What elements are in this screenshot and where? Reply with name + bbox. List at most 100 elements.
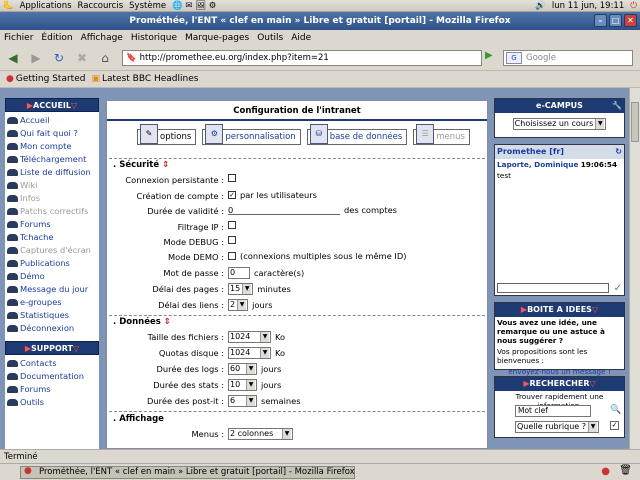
refresh-icon[interactable]: ↻ — [615, 145, 622, 159]
menu-aide[interactable]: Aide — [287, 33, 315, 43]
row-demo: Mode DEMO : (connexions multiples sous l… — [168, 251, 407, 262]
bookmark-getting-started[interactable]: ● Getting Started — [6, 74, 85, 84]
search-input[interactable]: G Google — [503, 50, 633, 66]
mortarboard-icon — [7, 373, 18, 380]
taille-fichiers-select[interactable]: 1024 ▼ — [228, 331, 271, 343]
applications-menu[interactable]: Applications — [17, 1, 75, 11]
minimize-button[interactable]: – — [594, 14, 607, 27]
accueil-item[interactable]: Liste de diffusion — [5, 166, 99, 179]
send-check-icon[interactable]: ✓ — [614, 283, 622, 294]
accueil-item[interactable]: Mon compte — [5, 140, 99, 153]
accueil-item[interactable]: Déconnexion — [5, 322, 99, 335]
accueil-item[interactable]: Publications — [5, 257, 99, 270]
mode-demo-checkbox[interactable] — [228, 252, 236, 260]
support-item[interactable]: Contacts — [5, 357, 99, 370]
rechercher-header[interactable]: ▶RECHERCHER▽ — [495, 377, 624, 391]
maximize-button[interactable]: □ — [609, 14, 622, 27]
mode-debug-checkbox[interactable] — [228, 236, 236, 244]
tool-icon[interactable]: 🔧 — [612, 99, 622, 113]
accueil-item[interactable]: Message du jour — [5, 283, 99, 296]
mot-de-passe-input[interactable]: 0 — [228, 267, 250, 279]
mortarboard-icon — [7, 247, 18, 254]
reload-icon[interactable]: ↻ — [49, 48, 69, 68]
menu-affichage[interactable]: Affichage — [77, 33, 127, 43]
keyword-input[interactable]: Mot clef — [515, 405, 591, 417]
accueil-item[interactable]: Tchache — [5, 231, 99, 244]
launcher-icons[interactable]: 🌐 ✉ 🖼 ⚙ — [169, 1, 219, 11]
scrollbar-thumb[interactable] — [631, 102, 639, 142]
accueil-item[interactable]: e-groupes — [5, 296, 99, 309]
chat-input[interactable] — [497, 283, 609, 293]
config-panel: Configuration de l'intranet ✎ options ⚙ pe… — [106, 100, 488, 449]
delai-liens-select[interactable]: 2 ▼ — [228, 299, 249, 311]
close-button[interactable]: ✕ — [624, 14, 637, 27]
duree-logs-select[interactable]: 60 ▼ — [228, 363, 257, 375]
volume-icon[interactable]: 🔊 — [532, 1, 549, 11]
systeme-menu[interactable]: Système — [126, 1, 169, 11]
accueil-item[interactable]: Accueil — [5, 114, 99, 127]
duree-postit-select[interactable]: 6 ▼ — [228, 395, 257, 407]
support-item[interactable]: Documentation — [5, 370, 99, 383]
forward-icon[interactable]: ▶ — [26, 48, 46, 68]
menu-outils[interactable]: Outils — [253, 33, 287, 43]
config-tabs: ✎ options ⚙ personnalisation ⛁ base de donn… — [137, 124, 470, 145]
right-column: e-CAMPUS 🔧 Choisissez un cours ▼ Promethee… — [494, 98, 625, 449]
page-scrollbar[interactable] — [629, 88, 640, 449]
accueil-item[interactable]: Forums — [5, 218, 99, 231]
menu-fichier[interactable]: Fichier — [0, 33, 37, 43]
stop-icon[interactable]: ✖ — [72, 48, 92, 68]
rubrique-checkbox[interactable]: ✓ — [610, 421, 619, 430]
chevron-down-icon: ▼ — [260, 348, 269, 358]
accueil-item[interactable]: Statistiques — [5, 309, 99, 322]
url-bar[interactable]: 🔖 http://promethee.eu.org/index.php?item… — [122, 50, 482, 66]
accueil-item[interactable]: Patchs correctifs — [5, 205, 99, 218]
section-affichage: . Affichage — [113, 414, 164, 424]
taskbar-tray-icon[interactable]: ● — [601, 466, 610, 477]
menu-marque-pages[interactable]: Marque-pages — [181, 33, 253, 43]
menu-historique[interactable]: Historique — [127, 33, 181, 43]
menu-edition[interactable]: Édition — [37, 33, 76, 43]
cours-select[interactable]: Choisissez un cours ▼ — [512, 118, 607, 130]
delai-pages-select[interactable]: 15 ▼ — [228, 283, 254, 295]
rubrique-select[interactable]: Quelle rubrique ? ▼ — [515, 421, 600, 433]
quotas-disque-select[interactable]: 1024 ▼ — [228, 347, 271, 359]
chevron-down-icon: ▼ — [282, 429, 291, 439]
go-icon[interactable]: ▶ — [485, 50, 499, 66]
connexion-persistante-checkbox[interactable] — [228, 174, 236, 182]
tab-options[interactable]: ✎ options — [137, 124, 197, 145]
duree-validite-input[interactable]: 0 — [228, 205, 340, 215]
browser-menubar: Fichier Édition Affichage Historique Mar… — [0, 30, 640, 45]
clock[interactable]: lun 11 jun, 19:11 — [549, 1, 627, 11]
tab-menus[interactable]: ☰ menus — [413, 124, 470, 145]
support-item[interactable]: Outils — [5, 396, 99, 409]
trash-icon[interactable]: 🗑 — [619, 465, 632, 476]
filtrage-ip-checkbox[interactable] — [228, 221, 236, 229]
accueil-item[interactable]: Qui fait quoi ? — [5, 127, 99, 140]
bookmark-bbc[interactable]: ▣ Latest BBC Headlines — [91, 74, 198, 84]
menus-select[interactable]: 2 colonnes ▼ — [228, 428, 293, 440]
taskbar-firefox-item[interactable]: Prométhée, l'ENT « clef en main » Libre … — [20, 466, 355, 479]
search-icon[interactable]: 🔍 — [610, 405, 621, 415]
mortarboard-icon — [7, 325, 18, 332]
foot-icon[interactable]: 🦶 — [0, 1, 17, 11]
accueil-item[interactable]: Wiki — [5, 179, 99, 192]
creation-compte-checkbox[interactable]: ✓ — [228, 191, 236, 199]
idees-header[interactable]: ▶BOITE A IDEES▽ — [495, 303, 624, 317]
window-title: Prométhée, l'ENT « clef en main » Libre … — [129, 16, 511, 26]
google-icon[interactable]: G — [506, 52, 522, 64]
support-header[interactable]: ▶SUPPORT▽ — [5, 341, 99, 355]
back-icon[interactable]: ◀ — [3, 48, 23, 68]
idees-text2: Vos propositions sont les bienvenues : — [497, 347, 588, 365]
raccourcis-menu[interactable]: Raccourcis — [75, 1, 127, 11]
tab-personnalisation[interactable]: ⚙ personnalisation — [202, 124, 301, 145]
accueil-item[interactable]: Captures d'écran — [5, 244, 99, 257]
accueil-item[interactable]: Infos — [5, 192, 99, 205]
accueil-header[interactable]: ▶ACCUEIL▽ — [5, 98, 99, 112]
tab-base-de-donnees[interactable]: ⛁ base de données — [306, 124, 408, 145]
accueil-item[interactable]: Démo — [5, 270, 99, 283]
duree-stats-select[interactable]: 10 ▼ — [228, 379, 257, 391]
home-icon[interactable]: ⌂ — [95, 48, 115, 68]
accueil-item[interactable]: Téléchargement — [5, 153, 99, 166]
support-item[interactable]: Forums — [5, 383, 99, 396]
power-icon[interactable]: ⏻ — [627, 1, 640, 11]
